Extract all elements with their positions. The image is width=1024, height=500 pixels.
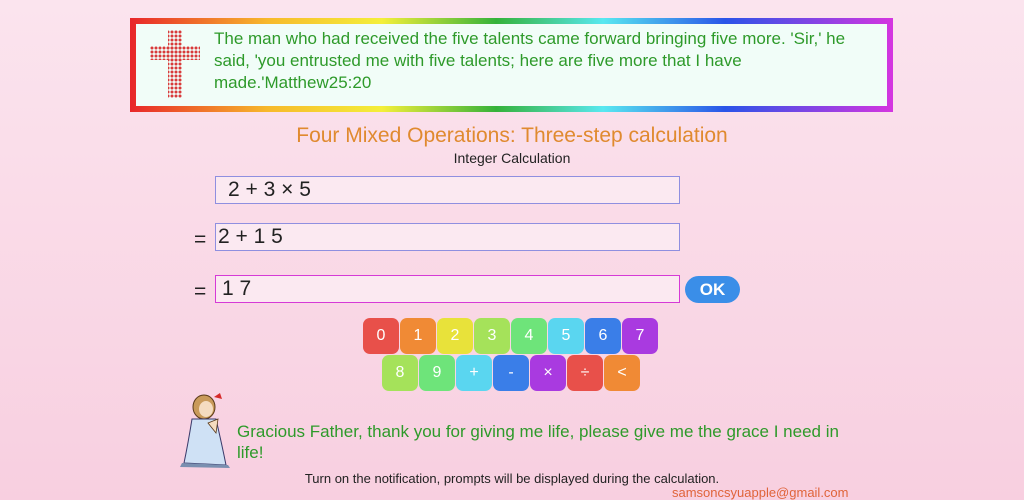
- key-2[interactable]: 2: [437, 318, 473, 354]
- prayer-text: Gracious Father, thank you for giving me…: [237, 422, 839, 462]
- key-0[interactable]: 0: [363, 318, 399, 354]
- notification-notice: Turn on the notification, prompts will b…: [304, 471, 720, 486]
- key-divide[interactable]: ÷: [567, 355, 603, 391]
- contact-email[interactable]: samsoncsyuapple@gmail.com: [672, 485, 849, 500]
- key-1[interactable]: 1: [400, 318, 436, 354]
- key-minus[interactable]: -: [493, 355, 529, 391]
- answer-input[interactable]: 1 7: [215, 275, 680, 303]
- key-8[interactable]: 8: [382, 355, 418, 391]
- step1-expression: 2 + 3 × 5: [215, 176, 680, 204]
- key-9[interactable]: 9: [419, 355, 455, 391]
- key-plus[interactable]: +: [456, 355, 492, 391]
- praying-girl-icon: [180, 393, 230, 468]
- ok-button[interactable]: OK: [685, 276, 740, 303]
- page-subtitle: Integer Calculation: [453, 150, 571, 166]
- key-backspace[interactable]: <: [604, 355, 640, 391]
- key-3[interactable]: 3: [474, 318, 510, 354]
- equals-sign-step3: =: [194, 280, 207, 303]
- key-7[interactable]: 7: [622, 318, 658, 354]
- key-4[interactable]: 4: [511, 318, 547, 354]
- key-5[interactable]: 5: [548, 318, 584, 354]
- verse-panel: The man who had received the five talent…: [136, 24, 887, 106]
- step2-expression[interactable]: 2 + 1 5: [215, 223, 680, 251]
- page-title: Four Mixed Operations: Three-step calcul…: [296, 124, 728, 147]
- verse-banner: The man who had received the five talent…: [130, 18, 893, 112]
- key-6[interactable]: 6: [585, 318, 621, 354]
- cross-icon: [150, 30, 200, 98]
- equals-sign-step2: =: [194, 228, 207, 251]
- verse-text: The man who had received the five talent…: [214, 29, 846, 92]
- key-times[interactable]: ×: [530, 355, 566, 391]
